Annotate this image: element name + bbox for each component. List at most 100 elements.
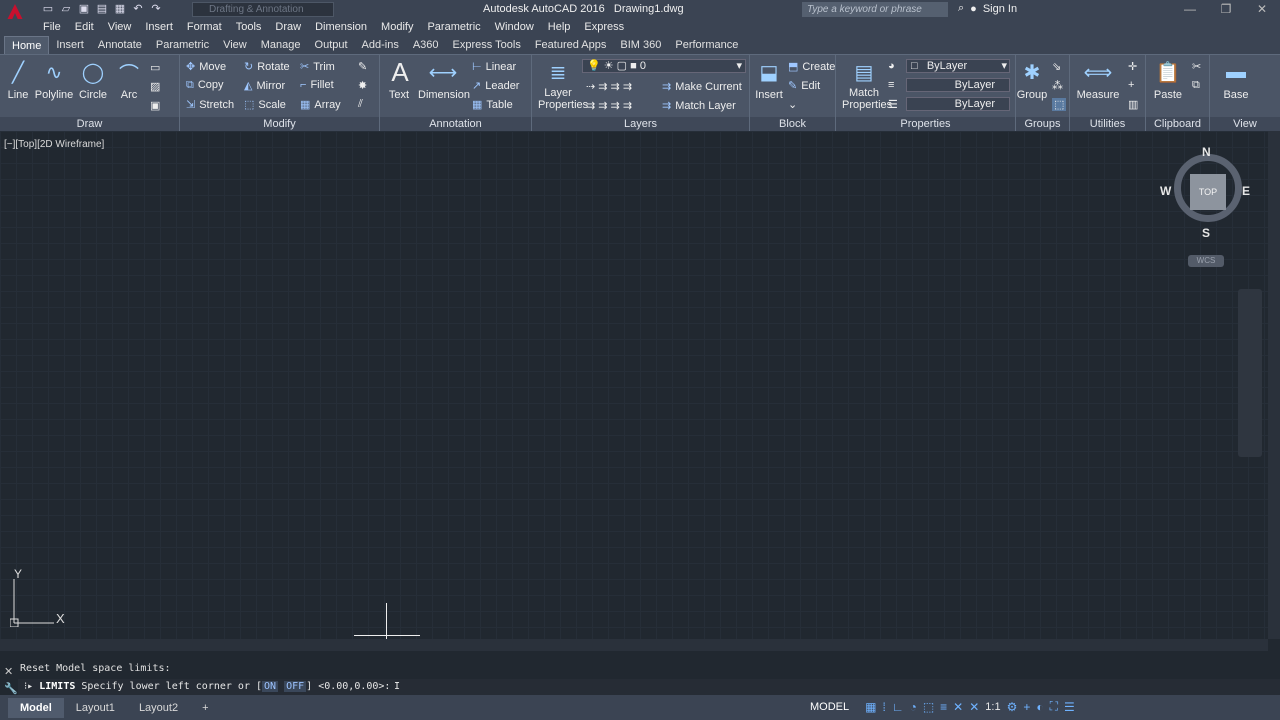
array-button[interactable]: ▦ Array — [300, 98, 341, 111]
scale-button[interactable]: ⬚ Scale — [244, 98, 286, 111]
viewcube-top[interactable]: TOP — [1190, 174, 1226, 210]
compass-west[interactable]: W — [1160, 184, 1171, 198]
make-current-button[interactable]: ⇉ Make Current — [662, 80, 742, 93]
menu-insert[interactable]: Insert — [138, 19, 180, 36]
attribute-icon[interactable]: ⌄ — [788, 98, 797, 111]
stretch-button[interactable]: ⇲ Stretch — [186, 98, 234, 111]
lineweight-toggle-icon[interactable]: ≡ — [940, 700, 947, 714]
viewport-controls[interactable]: [−][Top][2D Wireframe] — [4, 139, 104, 150]
save-as-icon[interactable]: ▤ — [94, 1, 110, 17]
panel-title-layers[interactable]: Layers — [532, 117, 749, 132]
color-wheel-icon[interactable]: ◕ — [888, 60, 895, 72]
cut-icon[interactable]: ✂ — [1192, 60, 1201, 73]
maximize-icon[interactable]: ❐ — [1208, 0, 1244, 19]
group-button[interactable]: ✱ Group — [1016, 58, 1048, 102]
dimension-button[interactable]: ⟷ Dimension — [418, 58, 470, 102]
tab-bim-360[interactable]: BIM 360 — [613, 36, 668, 54]
offset-icon[interactable]: ⫽ — [358, 98, 363, 111]
close-icon[interactable]: ✕ — [1244, 0, 1280, 19]
ungroup-icon[interactable]: ⇘ — [1052, 60, 1061, 73]
panel-title-draw[interactable]: Draw — [0, 117, 179, 132]
leader-button[interactable]: ↗ Leader — [472, 79, 519, 92]
compass-north[interactable]: N — [1202, 145, 1211, 159]
close-command-icon[interactable]: ✕ — [4, 665, 13, 678]
workspace-select[interactable]: Drafting & Annotation — [192, 2, 334, 17]
table-button[interactable]: ▦ Table — [472, 98, 513, 111]
polyline-button[interactable]: ∿ Polyline — [34, 58, 74, 102]
drawing-canvas[interactable]: [−][Top][2D Wireframe] TOP N S W E WCS Y… — [0, 131, 1268, 639]
customization-icon[interactable]: ☰ — [1064, 700, 1075, 714]
move-button[interactable]: ✥ Move — [186, 60, 226, 73]
ortho-icon[interactable]: ∟ — [892, 700, 904, 714]
panel-title-utilities[interactable]: Utilities — [1070, 117, 1145, 132]
line-button[interactable]: ╱ Line — [4, 58, 32, 102]
save-icon[interactable]: ▣ — [76, 1, 92, 17]
tab-a360[interactable]: A360 — [406, 36, 446, 54]
menu-file[interactable]: File — [36, 19, 68, 36]
menu-edit[interactable]: Edit — [68, 19, 101, 36]
tab-view[interactable]: View — [216, 36, 254, 54]
horizontal-scrollbar[interactable] — [0, 639, 1268, 651]
panel-title-modify[interactable]: Modify — [180, 117, 379, 132]
tab-manage[interactable]: Manage — [254, 36, 308, 54]
wrench-icon[interactable]: 🔧 — [4, 682, 18, 695]
measure-button[interactable]: ⟺ Measure — [1076, 58, 1120, 102]
edit-block-button[interactable]: ✎ Edit — [788, 79, 820, 92]
tab-performance[interactable]: Performance — [668, 36, 745, 54]
menu-window[interactable]: Window — [488, 19, 541, 36]
region-icon[interactable]: ▣ — [150, 99, 160, 112]
menu-help[interactable]: Help — [541, 19, 578, 36]
layer-dropdown[interactable]: 💡 ☀ ▢ ■ 0 ▾ — [582, 59, 746, 73]
tab-layout2[interactable]: Layout2 — [127, 698, 190, 718]
match-layer-button[interactable]: ⇉ Match Layer — [662, 99, 736, 112]
layer-tools-row-1[interactable]: ⇢ ⇉ ⇉ ⇉ — [586, 80, 632, 93]
binoculars-icon[interactable]: ⌕ — [958, 2, 964, 15]
panel-title-clipboard[interactable]: Clipboard — [1146, 117, 1209, 132]
menu-format[interactable]: Format — [180, 19, 229, 36]
panel-title-view[interactable]: View — [1210, 117, 1280, 132]
menu-modify[interactable]: Modify — [374, 19, 420, 36]
minimize-icon[interactable]: — — [1172, 0, 1208, 19]
polar-icon[interactable]: ◔ — [910, 700, 917, 714]
wcs-menu[interactable]: WCS — [1188, 255, 1224, 267]
linear-button[interactable]: ⊢ Linear — [472, 60, 516, 73]
vertical-scrollbar[interactable] — [1268, 131, 1280, 639]
create-block-button[interactable]: ⬒ Create — [788, 60, 835, 73]
tab-express-tools[interactable]: Express Tools — [446, 36, 528, 54]
sign-in-button[interactable]: ⌕ ● Sign In — [958, 2, 1017, 15]
panel-title-groups[interactable]: Groups — [1016, 117, 1069, 132]
panel-title-block[interactable]: Block — [750, 117, 835, 132]
command-recent-icon[interactable]: ⁝▸ — [24, 681, 39, 692]
fillet-button[interactable]: ⌐ Fillet — [300, 79, 334, 91]
id-point-icon[interactable]: + — [1128, 79, 1134, 91]
isolate-icon[interactable]: ◐ — [1036, 700, 1043, 714]
rotate-button[interactable]: ↻ Rotate — [244, 60, 290, 73]
menu-draw[interactable]: Draw — [268, 19, 308, 36]
plus-icon[interactable]: + — [1023, 700, 1030, 714]
annotation-visibility-icon[interactable]: ✕ — [953, 700, 963, 714]
base-button[interactable]: ▬ Base — [1218, 58, 1254, 102]
menu-parametric[interactable]: Parametric — [420, 19, 487, 36]
undo-icon[interactable]: ↶ — [130, 1, 146, 17]
layer-tools-row-2[interactable]: ⇉ ⇉ ⇉ ⇉ — [586, 99, 632, 112]
erase-icon[interactable]: ✎ — [358, 60, 367, 73]
match-properties-button[interactable]: ▤ Match Properties — [842, 58, 892, 112]
menu-express[interactable]: Express — [577, 19, 631, 36]
hatch-icon[interactable]: ▨ — [150, 80, 160, 93]
option-on[interactable]: ON — [262, 681, 279, 692]
grid-icon[interactable]: ▦ — [865, 700, 876, 714]
tab-model[interactable]: Model — [8, 697, 64, 718]
model-space-button[interactable]: MODEL — [810, 701, 849, 713]
menu-dimension[interactable]: Dimension — [308, 19, 374, 36]
lineweight-dropdown[interactable]: ByLayer — [906, 78, 1010, 92]
mirror-button[interactable]: ◭ Mirror — [244, 79, 285, 92]
trim-button[interactable]: ✂ Trim — [300, 60, 335, 73]
text-button[interactable]: A Text — [386, 57, 412, 102]
point-icon[interactable]: ✛ — [1128, 60, 1137, 73]
circle-button[interactable]: ◯ Circle — [78, 58, 108, 102]
rectangle-icon[interactable]: ▭ — [150, 61, 160, 74]
paste-button[interactable]: 📋 Paste — [1152, 58, 1184, 102]
menu-view[interactable]: View — [101, 19, 139, 36]
menu-tools[interactable]: Tools — [229, 19, 269, 36]
tab-home[interactable]: Home — [4, 36, 50, 54]
